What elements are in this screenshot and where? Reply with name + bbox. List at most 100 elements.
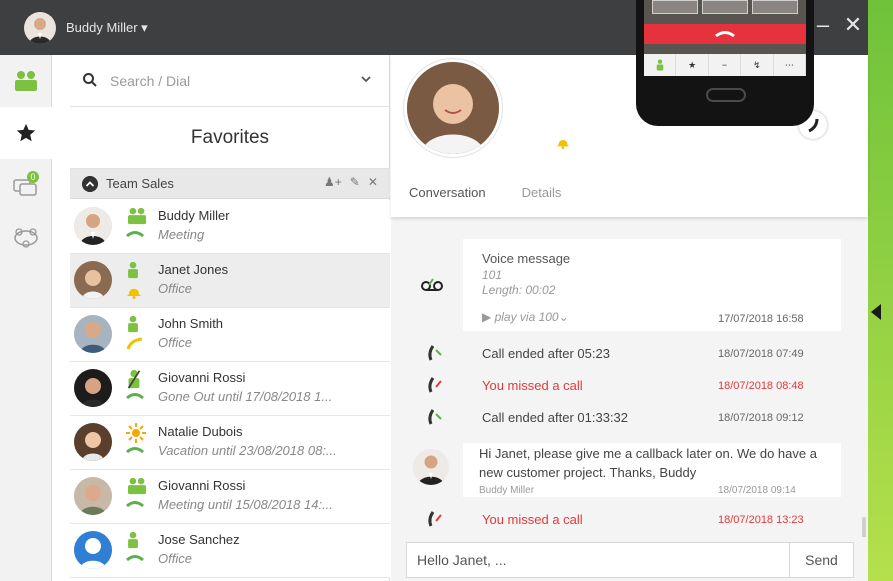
- phone-nav-flash-icon: ↯: [741, 54, 774, 76]
- group-header[interactable]: Team Sales ♟+ ✎ ✕: [70, 169, 390, 199]
- avatar: [74, 207, 112, 245]
- search-input[interactable]: [110, 69, 350, 93]
- scrollbar-thumb[interactable]: [862, 517, 866, 537]
- contact-row[interactable]: Giovanni Rossi Meeting until 15/08/2018 …: [70, 470, 390, 524]
- timestamp: 17/07/2018 16:58: [718, 313, 804, 325]
- phone-hangup-button: [644, 24, 806, 44]
- avatar: [74, 315, 112, 353]
- contact-name: John Smith: [158, 316, 224, 331]
- message-text: Hi Janet, please give me a callback late…: [479, 446, 817, 480]
- message-input[interactable]: [407, 543, 789, 577]
- user-avatar[interactable]: [24, 12, 56, 44]
- contact-status: Gone Out until 17/08/2018 1...: [158, 389, 333, 404]
- message-list: Voice message 101 Length: 00:02 ▶ play v…: [391, 217, 868, 537]
- contact-row[interactable]: Buddy Miller Meeting: [70, 200, 390, 254]
- user-menu[interactable]: Buddy Miller ▾: [66, 20, 148, 36]
- phone-status-icon: [126, 447, 144, 454]
- search-bar: [70, 55, 390, 107]
- phone-status-icon: [126, 231, 144, 238]
- rail-favorites[interactable]: [0, 107, 52, 159]
- bell-icon: [127, 288, 141, 299]
- voice-message-length: Length: 00:02: [482, 283, 556, 297]
- contact-row[interactable]: John Smith Office: [70, 308, 390, 362]
- collapse-icon[interactable]: [82, 176, 98, 192]
- add-contact-icon[interactable]: ♟+: [324, 175, 342, 189]
- call-event: You missed a call 18/07/2018 13:23: [391, 503, 868, 535]
- presence-available-icon: [128, 207, 146, 225]
- contacts-icon: [15, 71, 37, 91]
- contact-row[interactable]: Giovanni Rossi Gone Out until 17/08/2018…: [70, 362, 390, 416]
- contact-status: Vacation until 23/08/2018 08:...: [158, 443, 337, 458]
- contact-status: Office: [158, 551, 192, 566]
- contact-row[interactable]: Janet Jones Office: [70, 254, 390, 308]
- side-panel-edge[interactable]: [868, 0, 893, 581]
- voicemail-icon: [421, 278, 443, 291]
- group-name: Team Sales: [106, 176, 174, 191]
- contact-row[interactable]: Jose Sanchez Office: [70, 524, 390, 578]
- voice-message-extension: 101: [482, 268, 503, 282]
- mobile-phone-image: ★ − ↯ ⋯: [636, 0, 814, 126]
- contact-row[interactable]: Natalie Dubois Vacation until 23/08/2018…: [70, 416, 390, 470]
- avatar: [74, 369, 112, 407]
- phone-home-button: [706, 88, 746, 102]
- phone-call-controls: [652, 0, 798, 14]
- timestamp: 18/07/2018 08:48: [718, 380, 804, 392]
- svg-text:0: 0: [30, 172, 35, 182]
- icon-rail: 0: [0, 55, 52, 581]
- phone-busy-icon: [126, 337, 143, 350]
- close-button[interactable]: ✕: [842, 14, 864, 36]
- contact-name: Janet Jones: [158, 262, 229, 277]
- phone-control: [752, 0, 798, 14]
- phone-control: [702, 0, 748, 14]
- close-icon[interactable]: ✕: [368, 175, 378, 189]
- rail-chats[interactable]: 0: [0, 159, 52, 211]
- contact-status: Meeting until 15/08/2018 14:...: [158, 497, 333, 512]
- rail-meetings[interactable]: [0, 211, 52, 263]
- meeting-icon: [14, 228, 38, 248]
- call-event-text: Call ended after 05:23: [482, 346, 610, 361]
- phone-nav-more-icon: ⋯: [774, 54, 806, 76]
- expand-arrow-icon[interactable]: [871, 304, 881, 320]
- phone-status-icon: [126, 393, 144, 400]
- phone-status-icon: [126, 501, 144, 508]
- call-ended-icon: [428, 409, 442, 425]
- presence-away-icon: [127, 369, 141, 389]
- call-event: Call ended after 05:23 18/07/2018 07:49: [391, 337, 868, 369]
- missed-call-icon: [428, 511, 442, 527]
- contact-name: Buddy Miller: [158, 208, 230, 223]
- bell-icon: [556, 140, 570, 149]
- message-composer: Send: [406, 542, 854, 578]
- rail-contacts[interactable]: [0, 55, 52, 107]
- avatar: [74, 423, 112, 461]
- sun-icon: [126, 423, 146, 443]
- avatar: [74, 261, 112, 299]
- conversation-tabs: Conversation Details: [409, 185, 561, 200]
- chat-message: Hi Janet, please give me a callback late…: [463, 443, 841, 497]
- group-tools: ♟+ ✎ ✕: [324, 175, 378, 189]
- phone-nav-calls-icon: −: [709, 54, 742, 76]
- avatar: [74, 477, 112, 515]
- hangup-icon: [715, 31, 735, 38]
- contacts-panel: Favorites Team Sales ♟+ ✎ ✕ Buddy Miller…: [52, 55, 390, 581]
- contact-name: Jose Sanchez: [158, 532, 240, 547]
- play-voice-message-link[interactable]: ▶ play via 100⌄: [482, 310, 569, 324]
- contact-name: Giovanni Rossi: [158, 478, 246, 493]
- sender-avatar: [413, 449, 449, 485]
- tab-conversation[interactable]: Conversation: [409, 185, 486, 200]
- send-button[interactable]: Send: [789, 543, 853, 577]
- edit-icon[interactable]: ✎: [350, 175, 360, 189]
- phone-control: [652, 0, 698, 14]
- call-event-text: Call ended after 01:33:32: [482, 410, 628, 425]
- contact-name: Giovanni Rossi: [158, 370, 246, 385]
- phone-screen: ★ − ↯ ⋯: [644, 0, 806, 76]
- presence-available-icon: [128, 261, 138, 279]
- tab-details[interactable]: Details: [522, 185, 562, 200]
- timestamp: 18/07/2018 07:49: [718, 348, 804, 360]
- timestamp: 18/07/2018 09:12: [718, 412, 804, 424]
- contact-name: Natalie Dubois: [158, 424, 243, 439]
- minimize-button[interactable]: –: [812, 14, 834, 36]
- phone-nav-favorites-icon: ★: [676, 54, 709, 76]
- chevron-down-icon[interactable]: [360, 73, 372, 85]
- missed-call-icon: [428, 377, 442, 393]
- call-event-text: You missed a call: [482, 378, 583, 393]
